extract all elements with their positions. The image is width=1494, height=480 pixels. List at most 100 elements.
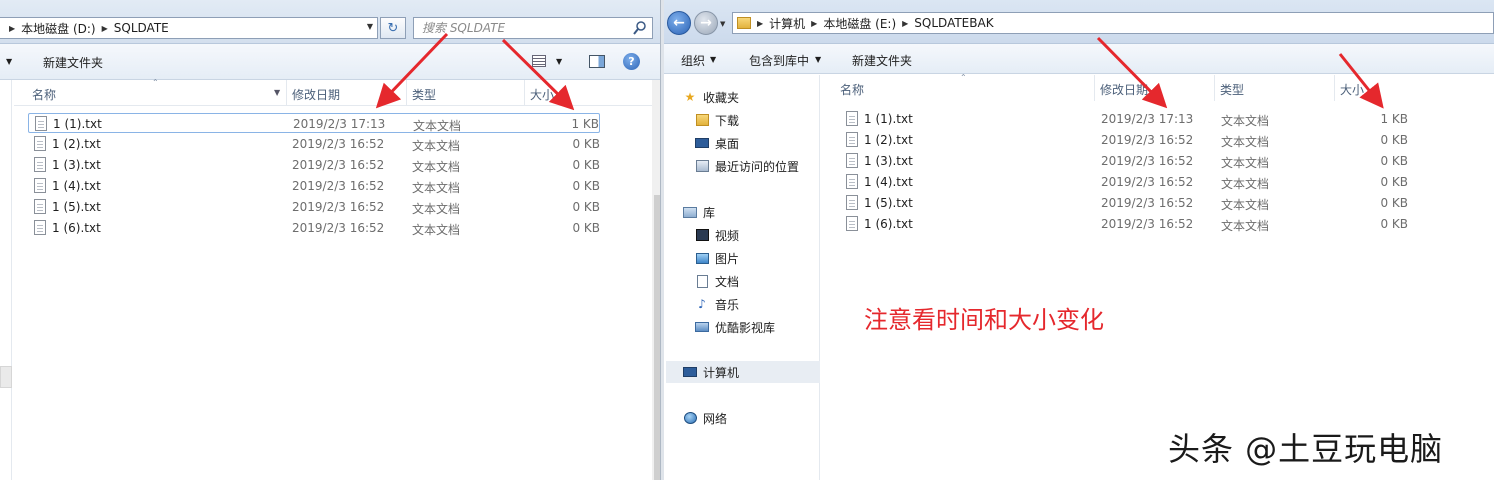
file-row[interactable]: 1 (1).txt 2019/2/3 17:13 文本文档 1 KB [28,113,600,133]
file-row[interactable]: 1 (3).txt 2019/2/3 16:52 文本文档 0 KB [28,155,600,175]
file-row[interactable]: 1 (2).txt 2019/2/3 16:52 文本文档 0 KB [840,130,1408,150]
command-bar: 组织 ▼ 包含到库中 ▼ 新建文件夹 [664,44,1494,74]
column-date[interactable]: 修改日期 [292,86,340,103]
nav-computer[interactable]: 计算机 [666,361,820,383]
address-field[interactable]: ▶ 本地磁盘 (D:) ▶ SQLDATE ▼ [0,17,378,39]
file-row[interactable]: 1 (1).txt 2019/2/3 17:13 文本文档 1 KB [840,109,1408,129]
sort-arrow-icon: ⌃ [152,78,159,87]
column-date[interactable]: 修改日期 [1100,81,1148,98]
organize-menu[interactable]: 组织 [681,52,705,69]
column-divider[interactable] [1094,75,1095,101]
search-input[interactable] [422,21,622,35]
column-name[interactable]: 名称 [32,86,56,103]
file-row[interactable]: 1 (2).txt 2019/2/3 16:52 文本文档 0 KB [28,134,600,154]
folder-icon [737,17,751,29]
view-dropdown-icon[interactable]: ▼ [556,57,562,66]
file-size: 0 KB [1380,196,1408,210]
nav-favorites[interactable]: ★ 收藏夹 [682,88,739,106]
refresh-button[interactable]: ↻ [380,17,406,39]
nav-label: 音乐 [715,297,740,312]
help-icon[interactable]: ? [623,53,640,70]
nav-label: 文档 [715,274,740,289]
nav-youku-library[interactable]: 优酷影视库 [694,318,775,336]
nav-libraries[interactable]: 库 [682,203,715,221]
view-options-icon[interactable] [532,55,546,67]
column-size[interactable]: 大小 [1340,81,1364,98]
file-date: 2019/2/3 17:13 [293,117,386,131]
column-type[interactable]: 类型 [412,86,436,103]
column-divider[interactable] [286,80,287,106]
breadcrumb-arrow-icon[interactable]: ▶ [102,24,108,33]
search-icon[interactable] [633,21,646,35]
organize-dropdown-icon[interactable]: ▼ [710,55,716,64]
breadcrumb-folder[interactable]: SQLDATE [114,21,169,35]
file-date: 2019/2/3 16:52 [1101,133,1194,147]
nav-network[interactable]: 网络 [682,409,727,427]
column-size[interactable]: 大小 [530,86,554,103]
nav-label: 收藏夹 [703,90,740,105]
new-folder-button[interactable]: 新建文件夹 [852,52,912,69]
file-row[interactable]: 1 (5).txt 2019/2/3 16:52 文本文档 0 KB [28,197,600,217]
column-divider[interactable] [1214,75,1215,101]
breadcrumb-arrow-icon[interactable]: ▶ [9,24,15,33]
file-date: 2019/2/3 16:52 [1101,175,1194,189]
address-field[interactable]: ▶ 计算机 ▶ 本地磁盘 (E:) ▶ SQLDATEBAK [732,12,1494,34]
file-row[interactable]: 1 (5).txt 2019/2/3 16:52 文本文档 0 KB [840,193,1408,213]
organize-dropdown-icon[interactable]: ▼ [6,57,12,66]
column-filter-icon[interactable]: ▼ [274,88,280,97]
file-type: 文本文档 [1221,156,1270,170]
breadcrumb-folder[interactable]: SQLDATEBAK [914,16,993,30]
preview-pane-icon[interactable] [589,55,605,68]
watermark: 头条 @土豆玩电脑 [1168,430,1444,468]
file-type: 文本文档 [1221,219,1270,233]
file-type: 文本文档 [412,223,461,237]
file-row[interactable]: 1 (3).txt 2019/2/3 16:52 文本文档 0 KB [840,151,1408,171]
breadcrumb-drive[interactable]: 本地磁盘 (E:) [823,15,896,32]
navigation-pane-item[interactable] [0,366,12,388]
address-dropdown-icon[interactable]: ▼ [367,22,373,31]
file-size: 0 KB [1380,217,1408,231]
nav-desktop[interactable]: 桌面 [694,134,739,152]
file-row[interactable]: 1 (4).txt 2019/2/3 16:52 文本文档 0 KB [28,176,600,196]
file-row[interactable]: 1 (6).txt 2019/2/3 16:52 文本文档 0 KB [28,218,600,238]
nav-pictures[interactable]: 图片 [694,249,739,267]
nav-recent[interactable]: 最近访问的位置 [694,157,799,175]
text-file-icon [34,178,46,193]
nav-label: 网络 [703,411,728,426]
nav-label: 库 [703,205,716,220]
file-row[interactable]: 1 (4).txt 2019/2/3 16:52 文本文档 0 KB [840,172,1408,192]
back-arrow-icon: ← [673,15,685,31]
back-button[interactable]: ← [667,11,691,35]
new-folder-button[interactable]: 新建文件夹 [43,54,103,71]
column-divider[interactable] [1334,75,1335,101]
search-box[interactable] [413,17,653,39]
column-name[interactable]: 名称 [840,81,864,98]
nav-documents[interactable]: 文档 [694,272,739,290]
nav-music[interactable]: ♪ 音乐 [694,295,739,313]
breadcrumb-arrow-icon[interactable]: ▶ [757,19,763,28]
right-explorer-window: ← → ▼ ▶ 计算机 ▶ 本地磁盘 (E:) ▶ SQLDATEBAK 组织 … [664,0,1494,480]
library-dropdown-icon[interactable]: ▼ [815,55,821,64]
file-type: 文本文档 [1221,114,1270,128]
column-divider[interactable] [524,80,525,106]
column-type[interactable]: 类型 [1220,81,1244,98]
recent-places-icon [694,159,710,173]
breadcrumb-drive[interactable]: 本地磁盘 (D:) [21,20,95,37]
nav-downloads[interactable]: 下载 [694,111,739,129]
history-dropdown-icon[interactable]: ▼ [720,20,725,28]
breadcrumb-arrow-icon[interactable]: ▶ [902,19,908,28]
file-size: 1 KB [1380,112,1408,126]
nav-videos[interactable]: 视频 [694,226,739,244]
sort-arrow-icon: ⌃ [960,73,967,82]
file-row[interactable]: 1 (6).txt 2019/2/3 16:52 文本文档 0 KB [840,214,1408,234]
forward-button[interactable]: → [694,11,718,35]
breadcrumb-computer[interactable]: 计算机 [769,15,805,32]
star-icon: ★ [684,90,696,104]
file-type: 文本文档 [412,181,461,195]
forward-arrow-icon: → [700,15,712,31]
text-file-icon [35,116,47,131]
breadcrumb-arrow-icon[interactable]: ▶ [811,19,817,28]
column-divider[interactable] [406,80,407,106]
include-in-library-menu[interactable]: 包含到库中 [749,52,809,69]
file-name: 1 (2).txt [52,137,101,151]
